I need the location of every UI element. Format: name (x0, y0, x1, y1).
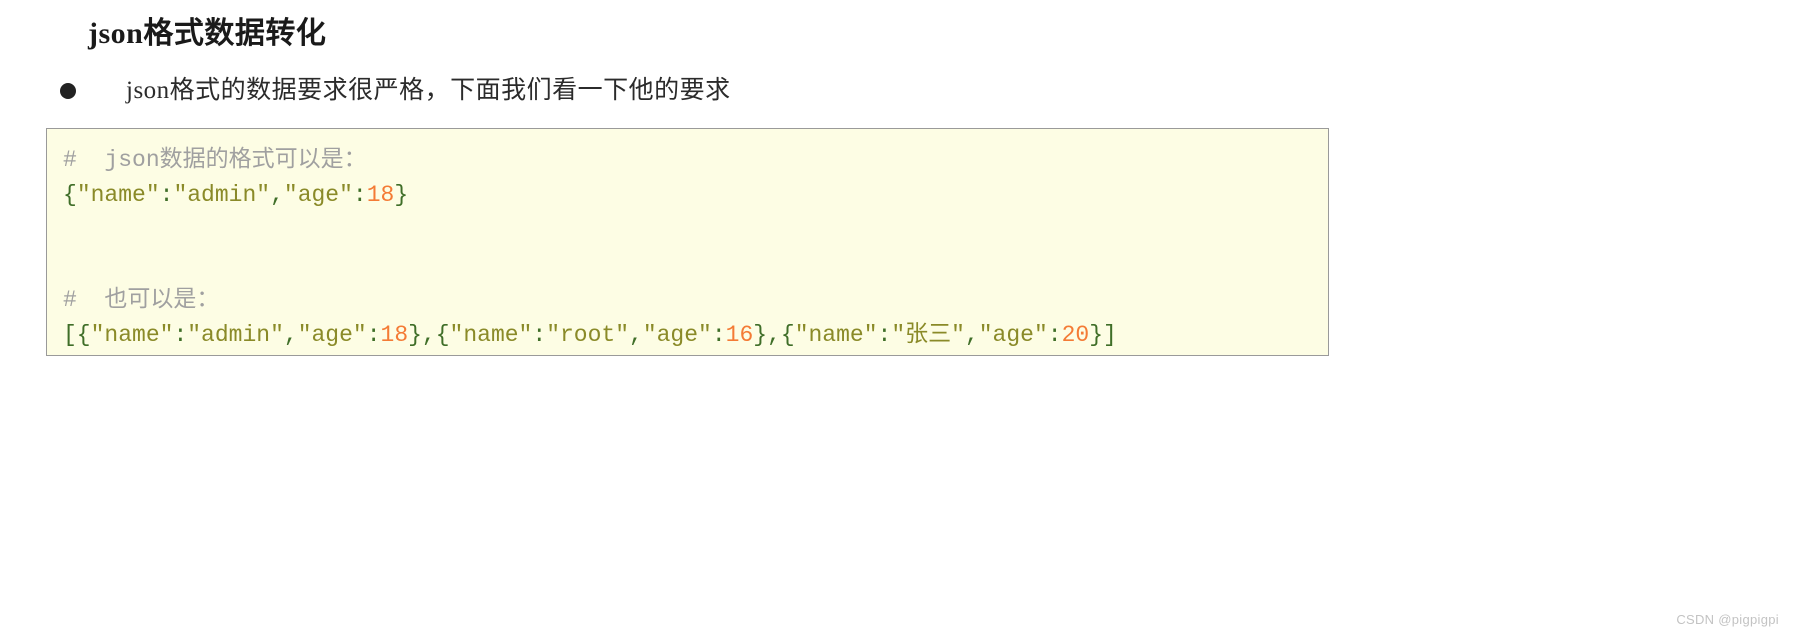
watermark: CSDN @pigpigpi (1676, 612, 1779, 627)
code-token-string: ″age″ (642, 322, 712, 348)
code-token-punct: }] (1089, 322, 1117, 348)
code-token-string: ″name″ (76, 182, 160, 208)
code-token-string: ″name″ (794, 322, 878, 348)
bullet-list-item: json格式的数据要求很严格，下面我们看一下他的要求 (60, 74, 731, 108)
code-token-string: ″name″ (90, 322, 174, 348)
code-token-punct: : (352, 182, 367, 208)
code-token-string: ″root″ (546, 322, 630, 348)
code-token-number: 18 (366, 182, 395, 208)
code-token-punct: },{ (408, 322, 450, 348)
code-token-punct: : (159, 182, 174, 208)
code-token-punct: , (964, 322, 979, 348)
code-content: # json数据的格式可以是： {″name″:″admin″,″age″:18}… (63, 143, 1312, 353)
code-token-punct: : (173, 322, 188, 348)
code-token-punct: , (283, 322, 298, 348)
code-token-number: 18 (380, 322, 409, 348)
code-comment: # 也可以是： (63, 287, 220, 313)
page-title: json格式数据转化 (88, 17, 327, 50)
code-token-punct: } (394, 182, 409, 208)
code-token-string: ″admin″ (187, 322, 284, 348)
code-token-punct: : (877, 322, 892, 348)
code-token-punct: [{ (63, 322, 91, 348)
code-token-punct: { (63, 182, 77, 208)
code-line: # 也可以是： (63, 283, 1312, 318)
code-line: [{″name″:″admin″,″age″:18},{″name″:″root… (63, 318, 1312, 353)
code-comment: # json数据的格式可以是： (63, 147, 367, 173)
code-token-punct: , (270, 182, 284, 208)
code-token-punct: : (1047, 322, 1062, 348)
code-token-number: 20 (1061, 322, 1090, 348)
bullet-dot-icon (60, 83, 76, 99)
code-token-string: ″name″ (449, 322, 533, 348)
code-token-string: ″age″ (297, 322, 367, 348)
code-block: # json数据的格式可以是： {″name″:″admin″,″age″:18}… (46, 128, 1329, 356)
code-token-string: ″张三″ (891, 322, 965, 348)
code-line: # json数据的格式可以是： (63, 143, 1312, 178)
code-token-punct: : (532, 322, 547, 348)
code-token-string: ″admin″ (173, 182, 271, 208)
code-token-punct: : (366, 322, 381, 348)
code-token-punct: , (629, 322, 643, 348)
code-line: {″name″:″admin″,″age″:18} (63, 178, 1312, 213)
code-token-string: ″age″ (978, 322, 1048, 348)
code-token-string: ″age″ (283, 182, 353, 208)
code-token-punct: },{ (753, 322, 795, 348)
bullet-item-label: json格式的数据要求很严格，下面我们看一下他的要求 (126, 77, 731, 104)
code-token-punct: : (711, 322, 726, 348)
code-token-number: 16 (725, 322, 754, 348)
